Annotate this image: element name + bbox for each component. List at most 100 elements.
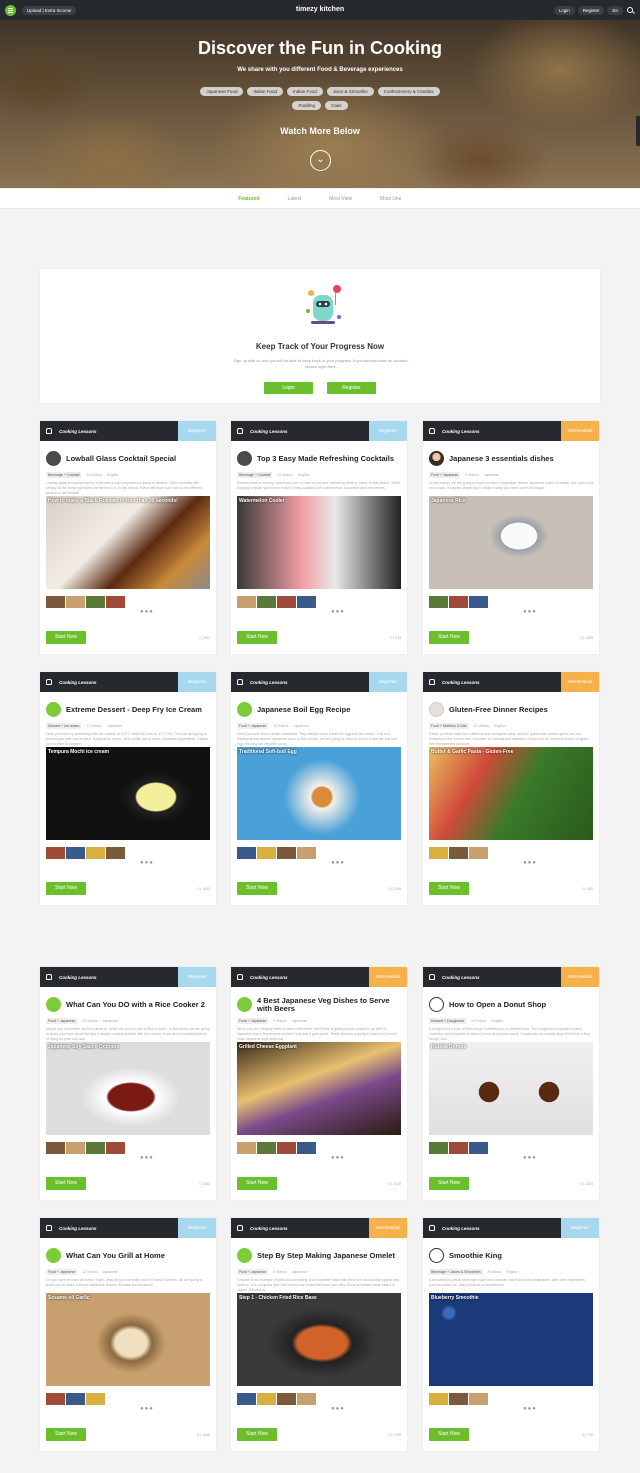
tab-latest[interactable]: Latest: [288, 196, 302, 202]
lesson-preview-image[interactable]: Butter & Garlic Pasta - Gluten-Free: [429, 747, 593, 840]
video-thumbnail[interactable]: [86, 1142, 105, 1154]
start-now-button[interactable]: Start Now: [429, 1177, 469, 1190]
more-dots-icon[interactable]: ●●●: [140, 609, 154, 615]
lesson-preview-image[interactable]: Nutella Donuts: [429, 1042, 593, 1135]
author-avatar[interactable]: [237, 1248, 252, 1263]
author-avatar[interactable]: [237, 451, 252, 466]
video-thumbnail[interactable]: [237, 1393, 256, 1405]
lesson-card[interactable]: Cooking Lessons Intermediate Gluten-Free…: [422, 671, 600, 906]
video-thumbnail[interactable]: [257, 596, 276, 608]
lesson-title[interactable]: How to Open a Donut Shop: [449, 1000, 546, 1009]
lesson-card[interactable]: Cooking Lessons Intermediate Japanese 3 …: [422, 420, 600, 655]
author-avatar[interactable]: [46, 997, 61, 1012]
lesson-preview-image[interactable]: How to make a Black Russian in less than…: [46, 496, 210, 589]
video-thumbnail[interactable]: [46, 1142, 65, 1154]
video-thumbnail[interactable]: [469, 1393, 488, 1405]
start-now-button[interactable]: Start Now: [237, 1428, 277, 1441]
more-dots-icon[interactable]: ●●●: [331, 1406, 345, 1412]
lesson-preview-image[interactable]: Grilled Cheese Eggplant: [237, 1042, 401, 1135]
video-thumbnail[interactable]: [257, 847, 276, 859]
video-thumbnail[interactable]: [237, 596, 256, 608]
video-thumbnail[interactable]: [46, 847, 65, 859]
lesson-title[interactable]: Top 3 Easy Made Refreshing Cocktails: [257, 454, 394, 463]
video-thumbnail[interactable]: [429, 1142, 448, 1154]
lesson-title[interactable]: Japanese 3 essentials dishes: [449, 454, 554, 463]
category-tag[interactable]: Japanese Food: [200, 87, 244, 96]
upload-income-button[interactable]: Upload | Extra Income: [22, 5, 77, 15]
site-logo[interactable]: timezy kitchen: [0, 6, 640, 13]
video-thumbnail[interactable]: [106, 847, 125, 859]
lesson-title[interactable]: Lowball Glass Cocktail Special: [66, 454, 176, 463]
start-now-button[interactable]: Start Now: [429, 631, 469, 644]
menu-icon[interactable]: [5, 4, 16, 16]
category-badge[interactable]: Food + Japanese: [429, 472, 461, 478]
author-avatar[interactable]: [46, 1248, 61, 1263]
category-tag[interactable]: Pudding: [292, 101, 321, 110]
start-now-button[interactable]: Start Now: [429, 882, 469, 895]
video-thumbnail[interactable]: [86, 596, 105, 608]
more-dots-icon[interactable]: ●●●: [523, 609, 537, 615]
lesson-preview-image[interactable]: Sesame oil Garlic: [46, 1293, 210, 1386]
lesson-card[interactable]: Cooking Lessons Intermediate How to Open…: [422, 966, 600, 1201]
video-thumbnail[interactable]: [66, 596, 85, 608]
video-thumbnail[interactable]: [237, 1142, 256, 1154]
start-now-button[interactable]: Start Now: [237, 882, 277, 895]
more-dots-icon[interactable]: ●●●: [140, 860, 154, 866]
lesson-preview-image[interactable]: Blueberry Smoothie: [429, 1293, 593, 1386]
author-avatar[interactable]: [237, 997, 252, 1012]
category-badge[interactable]: Food + Japanese: [46, 1018, 78, 1024]
category-tag[interactable]: Italian Food: [247, 87, 283, 96]
lesson-title[interactable]: Step By Step Making Japanese Omelet: [257, 1251, 395, 1260]
video-thumbnail[interactable]: [449, 847, 468, 859]
login-button[interactable]: Login: [553, 5, 575, 15]
lesson-title[interactable]: 4 Best Japanese Veg Dishes to Serve with…: [257, 996, 401, 1013]
video-thumbnail[interactable]: [46, 596, 65, 608]
video-thumbnail[interactable]: [469, 1142, 488, 1154]
start-now-button[interactable]: Start Now: [237, 1177, 277, 1190]
lesson-preview-image[interactable]: Traditional Soft-boil Egg: [237, 747, 401, 840]
author-avatar[interactable]: [237, 702, 252, 717]
lesson-title[interactable]: Extreme Dessert - Deep Fry Ice Cream: [66, 705, 202, 714]
video-thumbnail[interactable]: [449, 1393, 468, 1405]
lesson-card[interactable]: Cooking Lessons Beginner Smoothie King B…: [422, 1217, 600, 1452]
video-thumbnail[interactable]: [429, 596, 448, 608]
video-thumbnail[interactable]: [86, 847, 105, 859]
lesson-card[interactable]: Cooking Lessons Beginner Japanese Boil E…: [230, 671, 408, 906]
lesson-card[interactable]: Cooking Lessons Beginner What Can You Gr…: [39, 1217, 217, 1452]
video-thumbnail[interactable]: [66, 1393, 85, 1405]
video-thumbnail[interactable]: [46, 1393, 65, 1405]
category-tag[interactable]: Cake: [325, 101, 348, 110]
side-feedback-tab[interactable]: [636, 116, 640, 146]
lesson-card[interactable]: Cooking Lessons Beginner Lowball Glass C…: [39, 420, 217, 655]
lesson-title[interactable]: What Can You Grill at Home: [66, 1251, 165, 1260]
category-badge[interactable]: Food + Japanese: [237, 723, 269, 729]
lesson-preview-image[interactable]: Tempura Mochi ice cream: [46, 747, 210, 840]
video-thumbnail[interactable]: [469, 596, 488, 608]
more-dots-icon[interactable]: ●●●: [140, 1155, 154, 1161]
category-badge[interactable]: Food + Nutrition & Diet: [429, 723, 469, 729]
more-dots-icon[interactable]: ●●●: [331, 860, 345, 866]
author-avatar[interactable]: [46, 702, 61, 717]
author-avatar[interactable]: [429, 702, 444, 717]
video-thumbnail[interactable]: [449, 596, 468, 608]
category-badge[interactable]: Dessert + Ice cream: [46, 723, 82, 729]
start-now-button[interactable]: Start Now: [46, 1428, 86, 1441]
lesson-preview-image[interactable]: Watermelon Cooler: [237, 496, 401, 589]
start-now-button[interactable]: Start Now: [46, 882, 86, 895]
language-button[interactable]: En: [607, 5, 623, 15]
more-dots-icon[interactable]: ●●●: [523, 1155, 537, 1161]
lesson-title[interactable]: Japanese Boil Egg Recipe: [257, 705, 350, 714]
lesson-card[interactable]: Cooking Lessons Beginner What Can You DO…: [39, 966, 217, 1201]
video-thumbnail[interactable]: [257, 1393, 276, 1405]
start-now-button[interactable]: Start Now: [237, 631, 277, 644]
progress-register-button[interactable]: Register: [327, 382, 376, 394]
more-dots-icon[interactable]: ●●●: [140, 1406, 154, 1412]
video-thumbnail[interactable]: [297, 1393, 316, 1405]
video-thumbnail[interactable]: [429, 847, 448, 859]
lesson-card[interactable]: Cooking Lessons Beginner Extreme Dessert…: [39, 671, 217, 906]
lesson-card[interactable]: Cooking Lessons Intermediate 4 Best Japa…: [230, 966, 408, 1201]
progress-login-button[interactable]: Login: [264, 382, 313, 394]
category-badge[interactable]: Food + Japanese: [46, 1269, 78, 1275]
category-badge[interactable]: Beverage + Juices & Smoothies: [429, 1269, 483, 1275]
lesson-card[interactable]: Cooking Lessons Intermediate Step By Ste…: [230, 1217, 408, 1452]
